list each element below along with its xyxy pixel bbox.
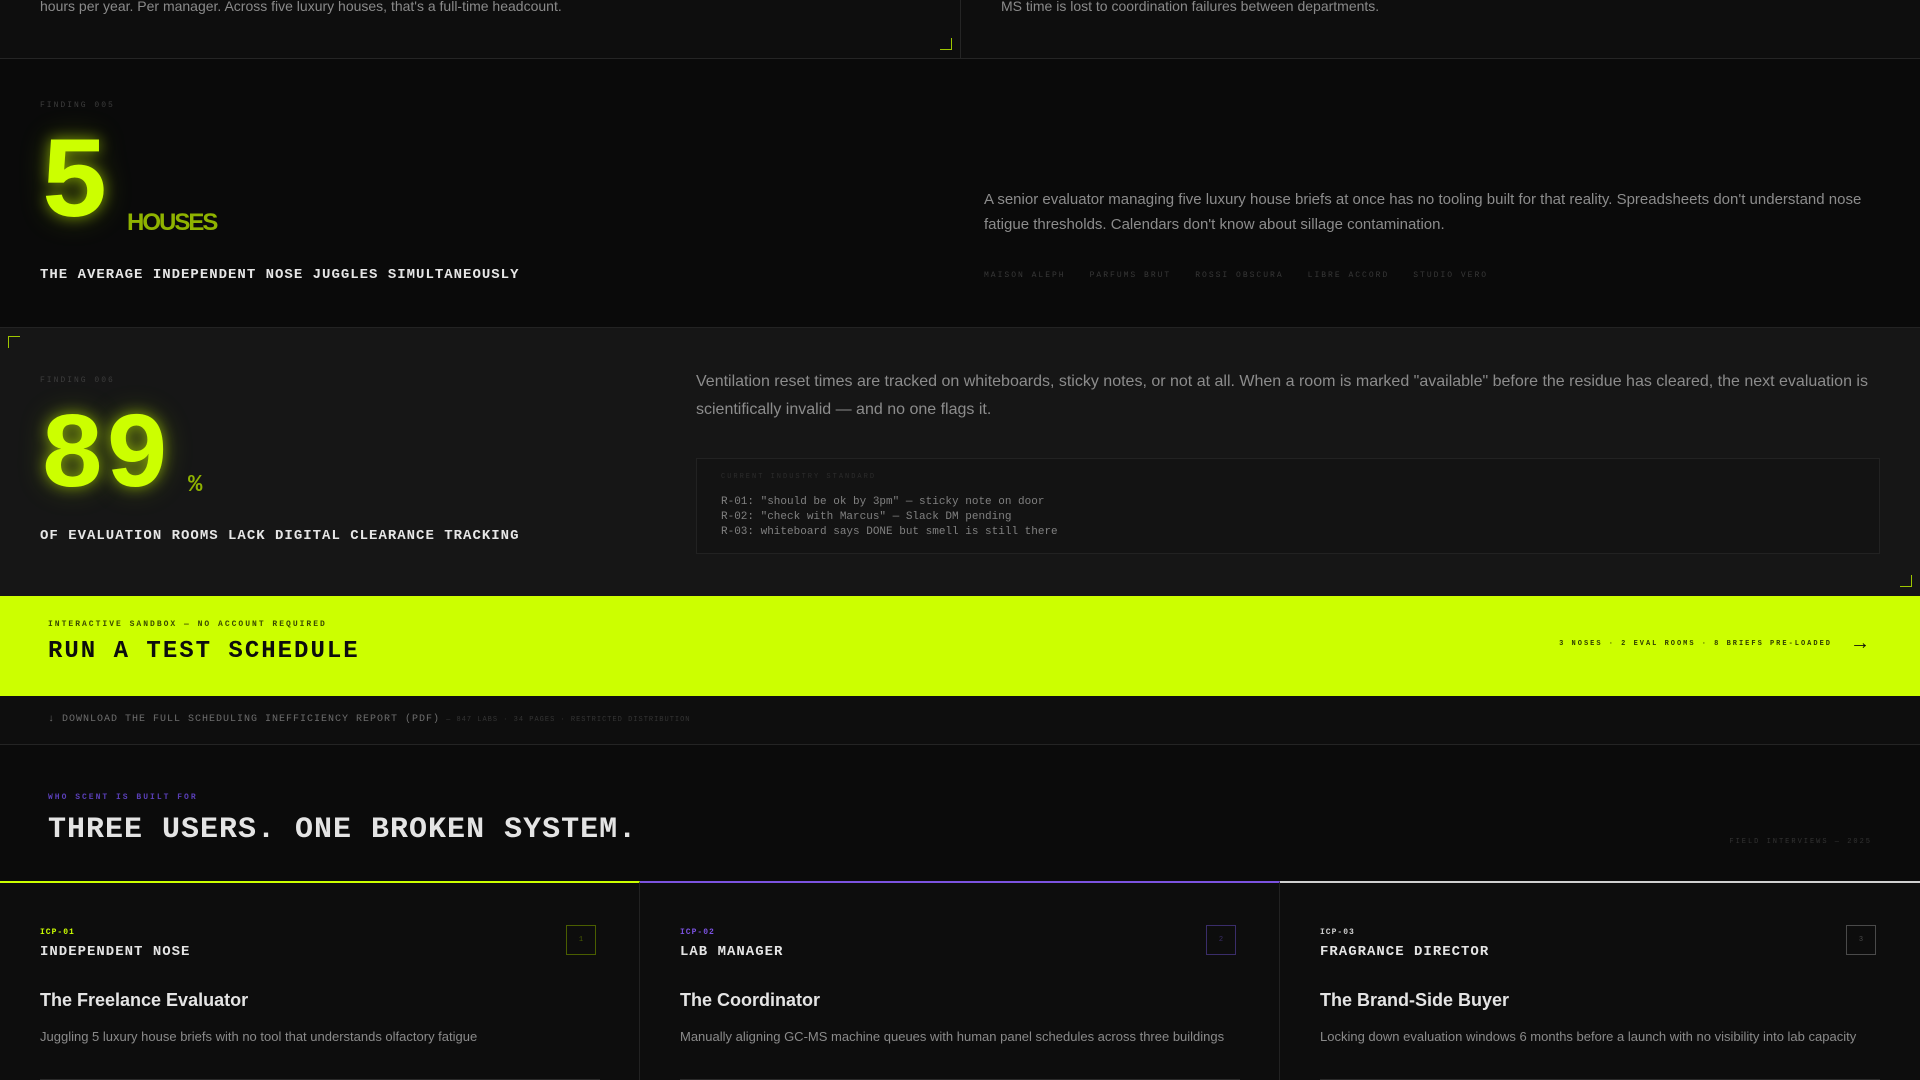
- users-section-header: WHO SCENT IS BUILT FOR THREE USERS. ONE …: [0, 745, 1920, 881]
- run-test-schedule-cta[interactable]: INTERACTIVE SANDBOX — NO ACCOUNT REQUIRE…: [0, 596, 1920, 696]
- house-tag: MAISON ALEPH: [984, 271, 1066, 280]
- log-title: CURRENT INDUSTRY STANDARD: [721, 473, 877, 481]
- cta-kicker: INTERACTIVE SANDBOX — NO ACCOUNT REQUIRE…: [48, 620, 327, 629]
- log-line: R-01: "should be ok by 3pm" — sticky not…: [721, 496, 1045, 508]
- card-persona: The Brand-Side Buyer: [1320, 990, 1510, 1010]
- card-number-badge: 2: [1206, 925, 1236, 955]
- download-report-meta: — 847 LABS · 34 PAGES · RESTRICTED DISTR…: [446, 716, 691, 724]
- users-kicker: WHO SCENT IS BUILT FOR: [48, 793, 198, 802]
- house-tag: PARFUMS BRUT: [1089, 271, 1172, 280]
- finding-top-right: MS time is lost to coordination failures…: [961, 0, 1920, 58]
- user-card-lab-manager[interactable]: ICP-02 LAB MANAGER 2 The Coordinator Man…: [640, 881, 1280, 1080]
- cta-meta: 3 NOSES · 2 EVAL ROOMS · 8 BRIEFS PRE-LO…: [1559, 640, 1832, 648]
- download-report-label: ↓ DOWNLOAD THE FULL SCHEDULING INEFFICIE…: [48, 714, 441, 725]
- house-tag: ROSSI OBSCURA: [1195, 271, 1284, 280]
- card-role: LAB MANAGER: [680, 944, 784, 960]
- user-card-independent-nose[interactable]: ICP-01 INDEPENDENT NOSE 1 The Freelance …: [0, 881, 640, 1080]
- card-role: INDEPENDENT NOSE: [40, 944, 191, 960]
- corner-marker-icon: [8, 336, 20, 348]
- finding-top-right-text: MS time is lost to coordination failures…: [1001, 0, 1380, 14]
- card-description: Juggling 5 luxury house briefs with no t…: [40, 1029, 478, 1044]
- download-strip: ↓ DOWNLOAD THE FULL SCHEDULING INEFFICIE…: [0, 696, 1920, 745]
- card-code: ICP-02: [680, 928, 715, 937]
- card-code: ICP-01: [40, 928, 75, 937]
- card-persona: The Coordinator: [680, 990, 820, 1010]
- download-report-link[interactable]: ↓ DOWNLOAD THE FULL SCHEDULING INEFFICIE…: [48, 714, 691, 725]
- finding-label: FINDING 006: [40, 376, 115, 385]
- finding-label: FINDING 005: [40, 101, 115, 110]
- finding-006: FINDING 006 89 % OF EVALUATION ROOMS LAC…: [0, 328, 1920, 596]
- log-lines: R-01: "should be ok by 3pm" — sticky not…: [721, 495, 1058, 540]
- corner-marker-icon: [940, 38, 952, 50]
- field-interviews-label: FIELD INTERVIEWS — 2025: [1729, 838, 1872, 846]
- card-description: Manually aligning GC-MS machine queues w…: [680, 1029, 1225, 1044]
- card-description: Locking down evaluation windows 6 months…: [1320, 1029, 1857, 1044]
- finding-number: 5: [40, 119, 110, 251]
- cta-title: RUN A TEST SCHEDULE: [48, 638, 360, 665]
- house-tag: STUDIO VERO: [1413, 271, 1489, 280]
- industry-log-box: CURRENT INDUSTRY STANDARD R-01: "should …: [696, 458, 1880, 554]
- card-role: FRAGRANCE DIRECTOR: [1320, 944, 1490, 960]
- finding-description: Ventilation reset times are tracked on w…: [696, 373, 1868, 418]
- finding-005: FINDING 005 5 HOUSES THE AVERAGE INDEPEN…: [0, 59, 1920, 328]
- finding-strip-top: hours per year. Per manager. Across five…: [0, 0, 1920, 59]
- card-number-badge: 1: [566, 925, 596, 955]
- user-card-list: ICP-01 INDEPENDENT NOSE 1 The Freelance …: [0, 881, 1920, 1080]
- finding-top-left-text: hours per year. Per manager. Across five…: [40, 0, 562, 14]
- arrow-right-icon[interactable]: →: [1850, 632, 1870, 655]
- finding-top-left: hours per year. Per manager. Across five…: [0, 0, 961, 58]
- user-card-fragrance-director[interactable]: ICP-03 FRAGRANCE DIRECTOR 3 The Brand-Si…: [1280, 881, 1920, 1080]
- card-number-badge: 3: [1846, 925, 1876, 955]
- log-line: R-02: "check with Marcus" — Slack DM pen…: [721, 511, 1012, 523]
- card-code: ICP-03: [1320, 928, 1355, 937]
- finding-number: 89: [40, 397, 170, 519]
- house-tag-list: MAISON ALEPH PARFUMS BRUT ROSSI OBSCURA …: [984, 271, 1488, 280]
- finding-caption: THE AVERAGE INDEPENDENT NOSE JUGGLES SIM…: [40, 267, 520, 283]
- users-heading: THREE USERS. ONE BROKEN SYSTEM.: [48, 813, 638, 847]
- finding-caption: OF EVALUATION ROOMS LACK DIGITAL CLEARAN…: [40, 528, 520, 544]
- house-tag: LIBRE ACCORD: [1307, 271, 1390, 280]
- finding-unit: HOUSES: [127, 209, 218, 236]
- finding-unit: %: [188, 472, 203, 499]
- card-persona: The Freelance Evaluator: [40, 990, 249, 1010]
- corner-marker-icon: [1900, 575, 1912, 587]
- log-line: R-03: whiteboard says DONE but smell is …: [721, 526, 1058, 538]
- finding-description: A senior evaluator managing five luxury …: [984, 191, 1862, 233]
